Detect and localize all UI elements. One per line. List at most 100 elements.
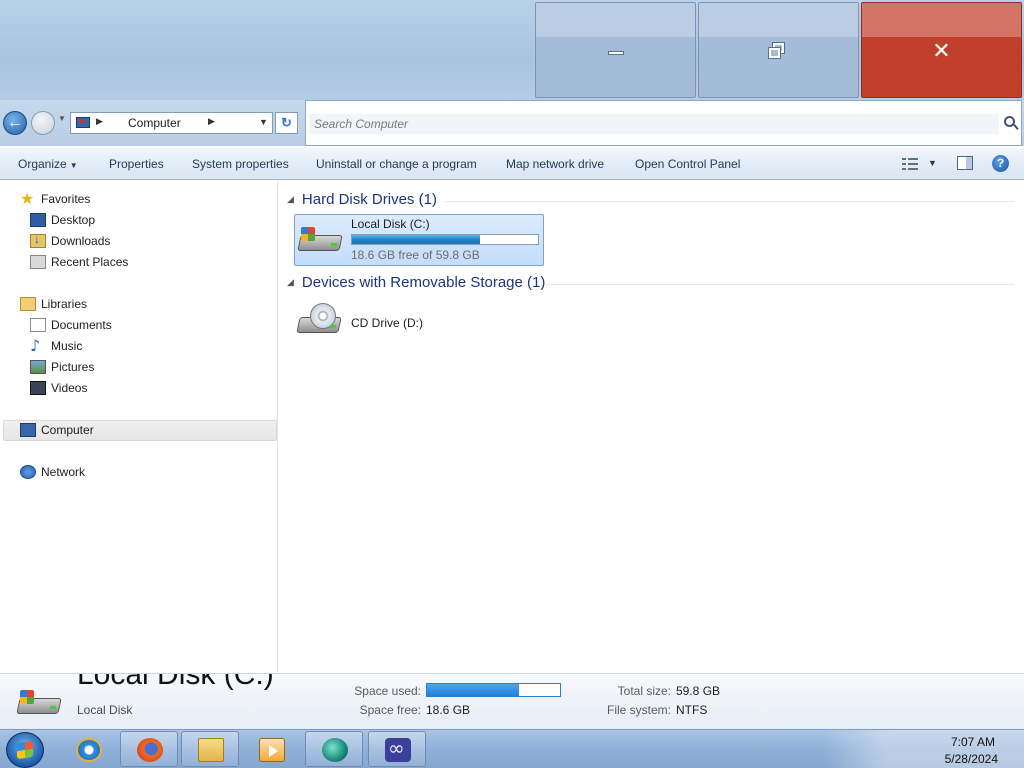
group-hard-disks-label: Hard Disk Drives (1) [301, 191, 437, 208]
search-icon[interactable] [1004, 116, 1015, 127]
title-bar[interactable]: ✕ [0, 0, 1024, 100]
taskbar-internet-explorer[interactable] [59, 731, 117, 767]
network-icon [20, 465, 36, 479]
desktop-icon [30, 213, 46, 227]
breadcrumb-computer[interactable]: Computer [128, 116, 181, 130]
taskbar: 7:07 AM 5/28/2024 [0, 729, 1024, 768]
refresh-button[interactable]: ↻ [275, 112, 298, 134]
address-dropdown-icon[interactable]: ▼ [259, 117, 268, 127]
nav-music-label: Music [51, 339, 83, 353]
drive-tile-cd-drive[interactable]: CD Drive (D:) [294, 299, 544, 349]
group-divider [546, 284, 1014, 285]
collapse-triangle-icon[interactable]: ◢ [287, 194, 294, 204]
drive-usage-fill [352, 235, 481, 244]
hard-drive-icon [16, 684, 62, 724]
cd-drive-icon [296, 303, 342, 343]
windows-logo-icon [17, 740, 33, 760]
computer-icon [20, 423, 36, 437]
system-clock[interactable]: 7:07 AM 5/28/2024 [824, 730, 1024, 768]
space-used-label: Space used: [354, 684, 421, 698]
drive-usage-bar [351, 234, 539, 245]
clock-time: 7:07 AM [950, 735, 995, 749]
open-control-panel-button[interactable]: Open Control Panel [635, 157, 740, 171]
nav-desktop-label: Desktop [51, 213, 96, 227]
recent-places-icon [30, 255, 46, 269]
documents-icon [30, 318, 46, 332]
organize-button[interactable]: Organize ▼ [18, 157, 78, 171]
map-network-drive-button[interactable]: Map network drive [506, 157, 604, 171]
content-pane: ◢ Hard Disk Drives (1) Local Disk (C:) 18… [279, 181, 1024, 673]
forward-button[interactable] [31, 111, 55, 135]
nav-downloads-label: Downloads [51, 234, 111, 248]
close-button[interactable]: ✕ [861, 2, 1022, 98]
taskbar-file-explorer[interactable] [181, 731, 239, 767]
drive-tile-local-disk[interactable]: Local Disk (C:) 18.6 GB free of 59.8 GB [294, 214, 544, 266]
taskbar-media-player[interactable] [242, 731, 300, 767]
nav-network-label: Network [41, 465, 86, 479]
collapse-triangle-icon[interactable]: ◢ [287, 277, 294, 287]
media-app-icon [322, 738, 348, 762]
chevron-down-icon: ▼ [69, 161, 78, 170]
navigation-pane: ★ Favorites Desktop Downloads Recent Pla… [0, 181, 278, 673]
group-removable-label: Devices with Removable Storage (1) [301, 274, 546, 291]
nav-documents-label: Documents [51, 318, 112, 332]
help-icon[interactable]: ? [992, 155, 1009, 172]
videos-icon [30, 381, 46, 395]
minimize-icon [608, 51, 624, 55]
taskbar-media-app[interactable] [305, 731, 363, 767]
pictures-icon [30, 360, 46, 374]
nav-pictures-label: Pictures [51, 360, 95, 374]
properties-button[interactable]: Properties [109, 157, 164, 171]
address-bar[interactable]: ▶ Computer ▶ ▼ [70, 112, 273, 134]
back-arrow-icon: ← [7, 114, 23, 131]
drive-free-space: 18.6 GB free of 59.8 GB [351, 248, 480, 262]
address-row: ← ▼ ▶ Computer ▶ ▼ ↻ [0, 100, 1024, 146]
file-system-label: File system: [606, 703, 671, 717]
taskbar-infinity-app[interactable] [368, 731, 426, 767]
total-size-value: 59.8 GB [676, 684, 721, 698]
nav-computer-label: Computer [41, 423, 94, 437]
nav-libraries-label: Libraries [41, 297, 88, 311]
breadcrumb-arrow-icon[interactable]: ▶ [208, 116, 215, 127]
recent-pages-dropdown[interactable]: ▼ [58, 114, 66, 123]
space-free-value: 18.6 GB [426, 703, 471, 717]
breadcrumb-arrow-icon[interactable]: ▶ [96, 116, 103, 127]
downloads-icon [30, 232, 46, 248]
star-icon: ★ [20, 189, 35, 208]
nav-favorites-label: Favorites [41, 192, 91, 206]
back-button[interactable]: ← [3, 111, 27, 135]
drive-name: Local Disk (C:) [351, 217, 430, 231]
library-icon [20, 297, 36, 311]
group-divider [444, 201, 1014, 202]
search-input[interactable] [309, 114, 999, 134]
uninstall-program-button[interactable]: Uninstall or change a program [316, 157, 477, 171]
file-system-value: NTFS [676, 703, 708, 717]
change-view-icon[interactable] [902, 157, 918, 171]
space-used-fill [427, 684, 519, 696]
preview-pane-icon[interactable] [957, 156, 973, 170]
nav-videos-label: Videos [51, 381, 88, 395]
command-bar: Organize ▼ Properties System properties U… [0, 148, 1024, 180]
hard-drive-icon [297, 221, 343, 261]
total-size-label: Total size: [617, 684, 671, 698]
space-used-bar [426, 683, 561, 697]
start-button[interactable] [6, 732, 44, 768]
restore-button[interactable] [698, 2, 859, 98]
details-title: Local Disk (C:) [77, 673, 274, 691]
minimize-button[interactable] [535, 2, 696, 98]
taskbar-firefox[interactable] [120, 731, 178, 767]
group-header-removable[interactable]: ◢ Devices with Removable Storage (1) [287, 274, 545, 294]
details-pane: Local Disk (C:) Local Disk Space used: S… [0, 673, 1024, 729]
search-box[interactable] [305, 100, 1022, 146]
view-options-dropdown-icon[interactable]: ▼ [928, 158, 937, 168]
media-player-icon [259, 738, 285, 762]
file-explorer-icon [198, 738, 224, 762]
group-header-hard-disks[interactable]: ◢ Hard Disk Drives (1) [287, 191, 437, 211]
cd-drive-name: CD Drive (D:) [351, 316, 423, 330]
computer-icon [76, 117, 90, 128]
nav-recent-places-label: Recent Places [51, 255, 129, 269]
clock-date: 5/28/2024 [944, 752, 998, 766]
system-properties-button[interactable]: System properties [192, 157, 289, 171]
close-icon: ✕ [932, 39, 951, 64]
organize-label: Organize [18, 157, 67, 171]
